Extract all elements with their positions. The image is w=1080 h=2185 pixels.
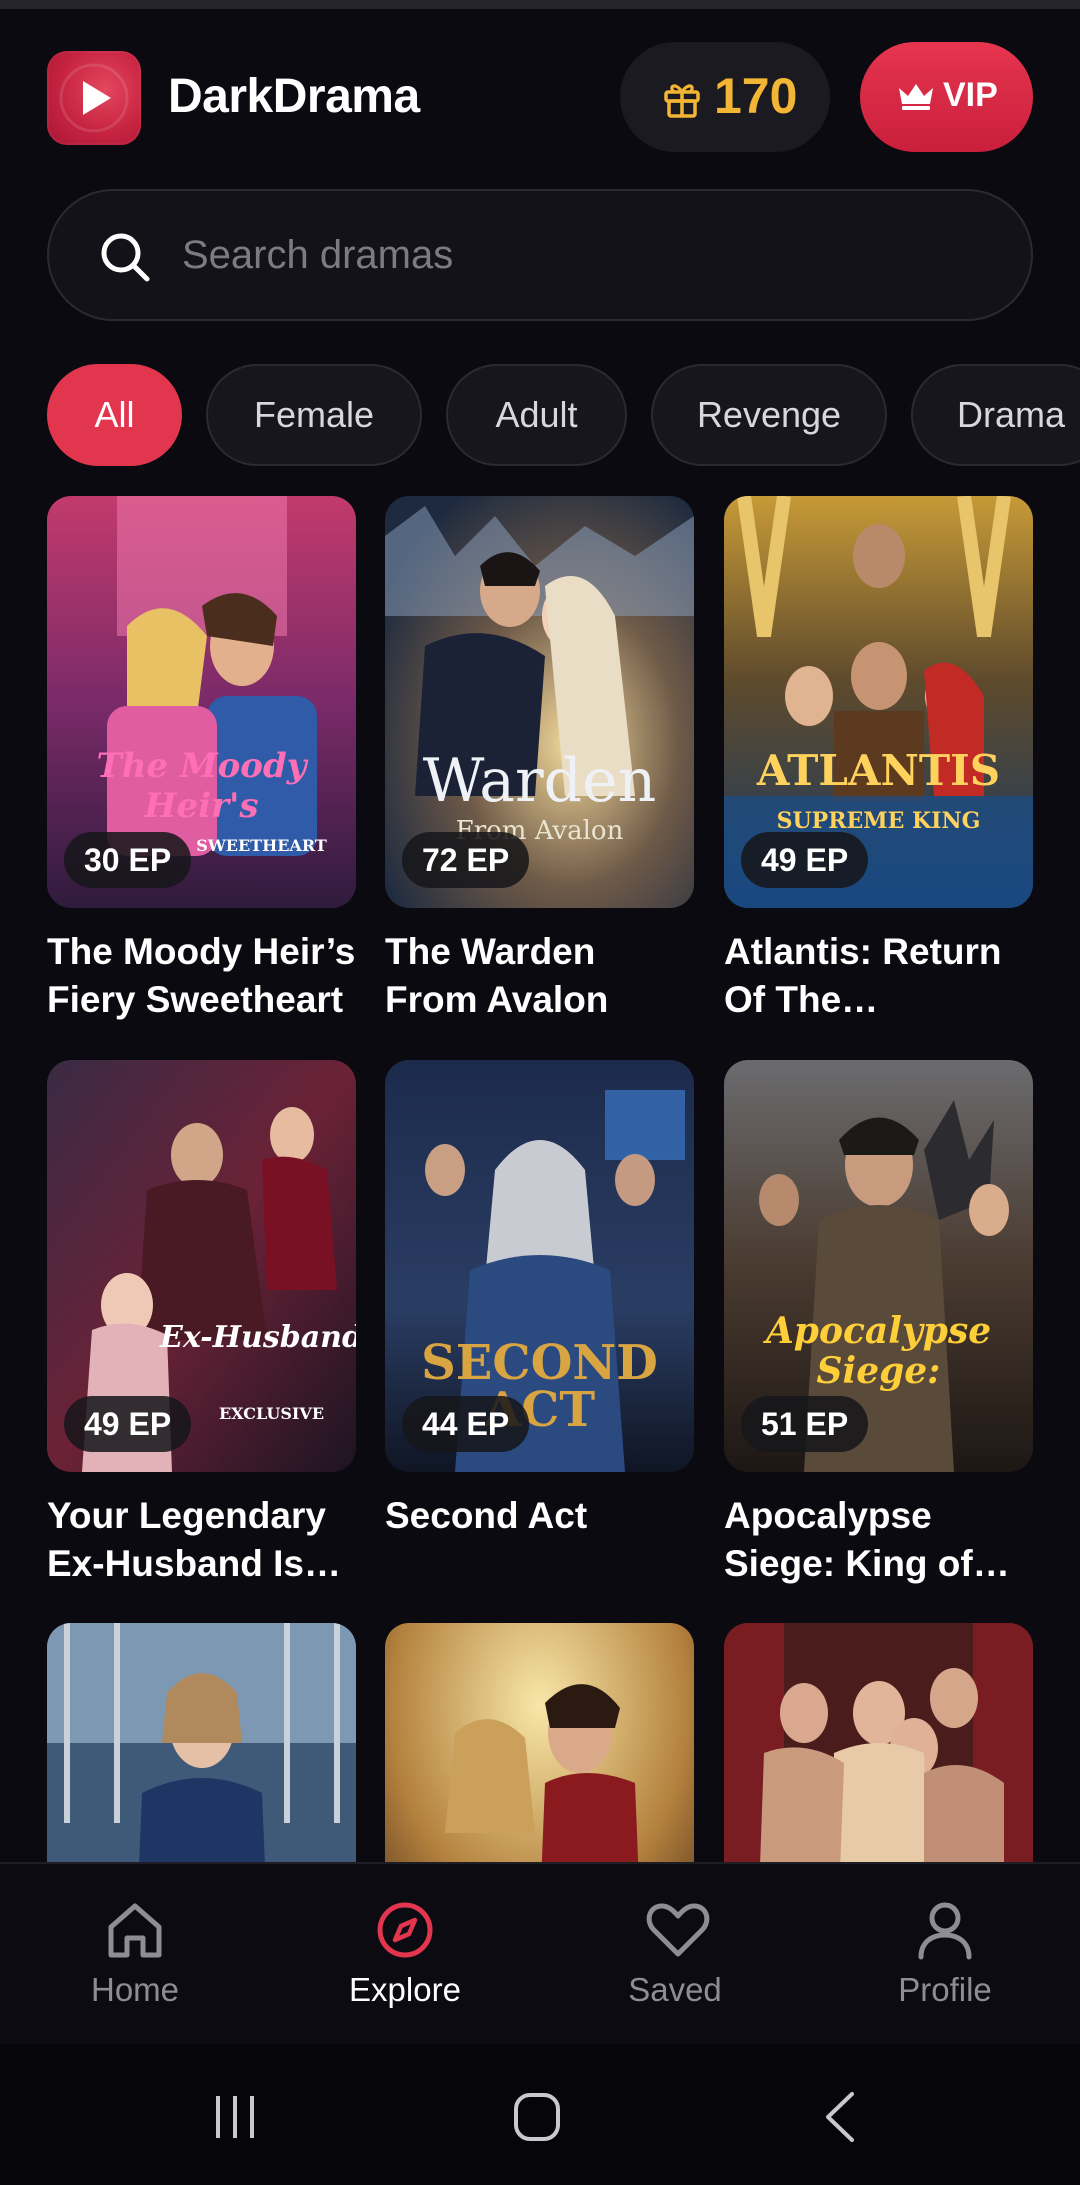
bottom-navigation: Home Explore Saved Profile — [0, 1862, 1080, 2044]
home-icon — [108, 1903, 162, 1958]
drama-card[interactable]: Warden From Avalon 72 EP The Warden From… — [385, 496, 694, 1024]
vip-label: VIP — [943, 76, 998, 114]
nav-home-label: Home — [90, 1971, 180, 2008]
drama-poster[interactable]: Warden From Avalon 72 EP — [385, 496, 694, 908]
nav-home[interactable]: Home — [0, 1864, 270, 2046]
heart-icon — [646, 1903, 710, 1957]
search-input[interactable] — [182, 227, 982, 283]
chip-all[interactable]: All — [47, 364, 182, 466]
crown-icon — [899, 84, 933, 110]
poster-title-art: Ex-Husband — [160, 1320, 356, 1355]
drama-title[interactable]: The Warden From Avalon — [385, 928, 694, 1024]
poster-subtitle-art: Siege: — [816, 1350, 941, 1392]
chip-drama[interactable]: Drama — [911, 364, 1080, 466]
drama-card[interactable]: Apocalypse Siege: 51 EP Apocalypse Siege… — [724, 1060, 1033, 1588]
episode-count-badge: 49 EP — [64, 1396, 192, 1452]
poster-title-art: Warden — [422, 746, 657, 816]
vip-button[interactable]: VIP — [860, 42, 1033, 152]
drama-card[interactable]: ATLANTIS SUPREME KING 49 EP Atlantis: Re… — [724, 496, 1033, 1024]
app-header: DarkDrama 170 VIP — [47, 42, 1033, 160]
app-logo-icon — [47, 51, 141, 145]
drama-title[interactable]: The Moody Heir’s Fiery Sweetheart — [47, 928, 356, 1024]
coin-balance-button[interactable]: 170 — [620, 42, 830, 152]
drama-card[interactable]: The Moody Heir's SWEETHEART 30 EP The Mo… — [47, 496, 356, 1024]
drama-poster[interactable]: The Moody Heir's SWEETHEART 30 EP — [47, 496, 356, 908]
user-icon — [918, 1902, 972, 1960]
poster-subtitle-art: SUPREME KING — [776, 808, 981, 834]
episode-count-badge: 30 EP — [64, 832, 192, 888]
episode-count-badge: 49 EP — [741, 832, 869, 888]
explore-screen: DarkDrama 170 VIP All Femal — [0, 0, 1080, 2185]
search-bar[interactable] — [47, 189, 1033, 321]
drama-poster[interactable]: SECOND ACT 44 EP — [385, 1060, 694, 1472]
app-title: DarkDrama — [168, 70, 420, 123]
drama-title[interactable]: Your Legendary Ex-Husband Is… — [47, 1492, 356, 1588]
chip-adult[interactable]: Adult — [446, 364, 627, 466]
nav-profile-label: Profile — [898, 1971, 992, 2008]
drama-poster[interactable]: ATLANTIS SUPREME KING 49 EP — [724, 496, 1033, 908]
search-icon — [101, 233, 150, 282]
compass-icon — [377, 1902, 433, 1958]
chip-female[interactable]: Female — [206, 364, 422, 466]
coin-count: 170 — [714, 68, 798, 124]
nav-explore[interactable]: Explore — [270, 1864, 540, 2046]
nav-saved[interactable]: Saved — [540, 1864, 810, 2046]
poster-title-art: ATLANTIS — [756, 746, 1001, 795]
drama-card[interactable]: Ex-Husband EXCLUSIVE 49 EP Your Legendar… — [47, 1060, 356, 1588]
nav-explore-label: Explore — [349, 1971, 461, 2008]
episode-count-badge: 72 EP — [402, 832, 530, 888]
episode-count-badge: 51 EP — [741, 1396, 869, 1452]
home-system-icon[interactable] — [512, 2091, 562, 2143]
drama-card[interactable]: SECOND ACT 44 EP Second Act — [385, 1060, 694, 1540]
drama-title[interactable]: Atlantis: Return Of The Supreme… — [724, 928, 1033, 1024]
poster-title-art: The Moody Heir's — [96, 746, 307, 826]
episode-count-badge: 44 EP — [402, 1396, 530, 1452]
drama-poster[interactable]: Apocalypse Siege: 51 EP — [724, 1060, 1033, 1472]
chip-revenge[interactable]: Revenge — [651, 364, 887, 466]
back-icon[interactable] — [820, 2090, 860, 2144]
category-chips: All Female Adult Revenge Drama — [47, 364, 1080, 466]
recent-apps-icon[interactable] — [210, 2092, 260, 2142]
system-navigation-bar — [0, 2044, 1080, 2185]
drama-title[interactable]: Apocalypse Siege: King of th… — [724, 1492, 1033, 1588]
status-bar-edge — [0, 0, 1080, 9]
poster-title-art: Apocalypse — [765, 1310, 992, 1352]
nav-profile[interactable]: Profile — [810, 1864, 1080, 2046]
gift-icon — [664, 84, 700, 118]
drama-title[interactable]: Second Act — [385, 1492, 694, 1540]
drama-poster[interactable]: Ex-Husband EXCLUSIVE 49 EP — [47, 1060, 356, 1472]
nav-saved-label: Saved — [628, 1971, 722, 2008]
